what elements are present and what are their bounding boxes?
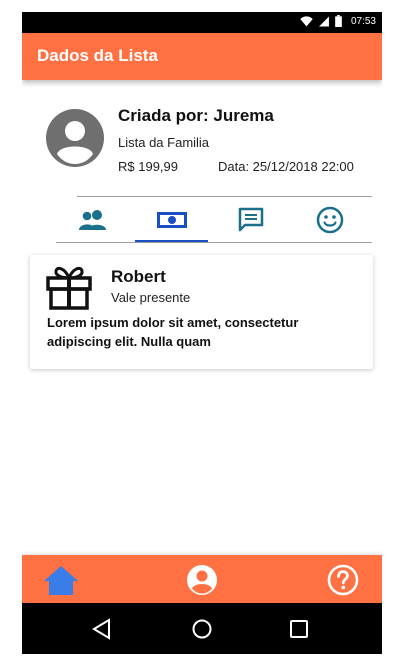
item-type: Vale presente [111,290,191,305]
tab-chat[interactable] [214,198,287,241]
item-name: Robert [111,267,166,286]
people-icon [78,209,106,230]
divider [56,242,372,243]
wifi-icon [300,15,313,26]
status-bar: 07:53 [22,12,382,33]
tab-people[interactable] [56,198,129,241]
home-icon [44,566,78,595]
tab-bar [56,198,372,243]
status-icons: 07:53 [300,15,376,27]
account-icon [187,565,217,595]
list-price: R$ 199,99 [118,159,178,174]
recents-button[interactable] [285,615,313,643]
help-icon [327,564,359,596]
list-creator: Criada por: Jurema [118,106,274,125]
chat-icon [238,207,263,231]
system-nav-bar [22,603,382,654]
phone-screen: 07:53 Dados da Lista Criada por: Jurema … [22,12,382,654]
money-icon [156,211,187,228]
nav-account-button[interactable] [184,562,220,598]
signal-icon [319,16,329,26]
status-time: 07:53 [350,15,376,27]
tab-feedback[interactable] [293,198,366,241]
tab-money[interactable] [135,198,208,241]
home-system-button[interactable] [188,615,216,643]
gift-icon [46,266,92,310]
avatar-icon [46,109,104,167]
nav-home-button[interactable] [43,562,79,598]
app-bar: Dados da Lista [22,33,382,80]
square-recents-icon [290,620,308,638]
back-button[interactable] [88,615,116,643]
smiley-icon [316,206,343,233]
list-date: Data: 25/12/2018 22:00 [218,159,354,174]
circle-home-icon [192,619,212,639]
battery-icon [335,15,342,27]
divider [77,196,372,197]
bottom-nav [22,555,382,603]
gift-item-card[interactable]: Robert Vale presente Lorem ipsum dolor s… [30,255,373,369]
page-title: Dados da Lista [37,46,158,65]
back-icon [92,618,110,640]
nav-help-button[interactable] [325,562,361,598]
item-description: Lorem ipsum dolor sit amet, consectetur … [47,315,299,349]
list-name: Lista da Familia [118,135,210,150]
